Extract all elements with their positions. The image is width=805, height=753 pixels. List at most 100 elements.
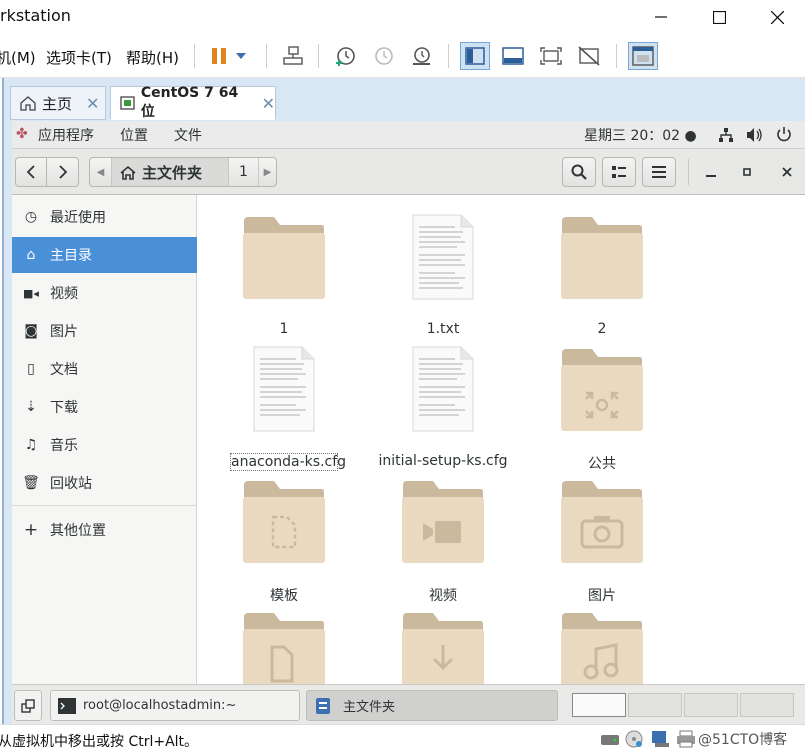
file-item[interactable]: 公共 — [527, 343, 677, 472]
sidebar-item-documents[interactable]: ▯ 文档 — [12, 351, 197, 387]
folder-icon — [243, 217, 325, 299]
cd-drive-icon[interactable] — [624, 729, 644, 749]
show-library-button[interactable] — [460, 42, 490, 70]
file-item[interactable] — [209, 607, 359, 684]
trash-icon: 🗑 — [22, 475, 40, 491]
workspace-4[interactable] — [740, 693, 794, 717]
revert-snapshot-button[interactable] — [368, 42, 398, 70]
workspace-3[interactable] — [684, 693, 738, 717]
workspace-1[interactable] — [572, 693, 626, 717]
search-button[interactable] — [562, 157, 596, 187]
fullscreen-button[interactable] — [536, 42, 566, 70]
clock[interactable]: 星期三 20：02 ● — [584, 125, 697, 145]
snapshot-button[interactable] — [330, 42, 360, 70]
sidebar-item-trash[interactable]: 🗑 回收站 — [12, 465, 197, 501]
applications-menu[interactable]: 应用程序 — [38, 125, 94, 145]
taskbar-terminal[interactable]: root@localhostadmin:~ — [50, 690, 300, 721]
plus-icon: + — [23, 520, 39, 540]
forward-button[interactable] — [47, 158, 78, 186]
document-icon: ▯ — [27, 361, 35, 377]
taskbar-files-label: 主文件夹 — [343, 700, 396, 715]
menu-button[interactable] — [642, 157, 676, 187]
menu-help[interactable]: 帮助(H) — [126, 47, 179, 68]
nav-buttons — [15, 157, 79, 187]
minimize-button[interactable] — [632, 0, 690, 34]
tab-centos-close-icon[interactable]: ✕ — [262, 94, 275, 113]
files-app-icon — [316, 697, 330, 714]
power-dropdown[interactable] — [230, 42, 252, 70]
list-view-icon — [612, 166, 626, 178]
menu-tabs[interactable]: 选项卡(T) — [46, 47, 112, 68]
file-item[interactable] — [527, 607, 677, 684]
sidebar-item-label: 图片 — [50, 324, 78, 340]
path-scroll-right-icon[interactable]: ▶ — [258, 158, 276, 186]
forward-arrow-icon — [58, 165, 67, 179]
file-item[interactable]: anaconda-ks.cfg — [209, 343, 359, 471]
network-adapter-icon[interactable] — [650, 729, 670, 749]
desktop-icon — [21, 698, 35, 713]
back-button[interactable] — [16, 158, 48, 186]
text-file-icon — [253, 346, 315, 432]
file-item[interactable]: initial-setup-ks.cfg — [368, 343, 518, 469]
tab-home[interactable]: 主页 ✕ — [10, 86, 106, 120]
sidebar-item-videos[interactable]: ■◂ 视频 — [12, 275, 197, 311]
file-item[interactable]: 图片 — [527, 475, 677, 604]
file-grid: 1 1.txt 2 anaconda-ks.cfg initial-setup-… — [197, 195, 805, 684]
workspace-2[interactable] — [628, 693, 682, 717]
snapshot-manager-button[interactable] — [406, 42, 436, 70]
close-button[interactable] — [748, 0, 805, 34]
minimize-window-button[interactable] — [696, 159, 726, 185]
vm-statusbar: 从虚拟机中移出或按 Ctrl+Alt。 @51CTO博客 — [0, 724, 805, 753]
watermark: @51CTO博客 — [698, 732, 788, 748]
pause-icon — [212, 48, 226, 64]
video-folder-icon — [402, 481, 484, 563]
thumbnail-bar-button[interactable] — [498, 42, 528, 70]
places-menu[interactable]: 位置 — [120, 125, 148, 145]
file-name: 1 — [279, 321, 289, 337]
apps-logo-icon: ✤ — [16, 126, 28, 142]
file-item[interactable]: 2 — [527, 211, 677, 337]
volume-icon[interactable] — [746, 127, 764, 143]
path-home-button[interactable]: 主文件夹 — [112, 158, 228, 186]
close-window-button[interactable] — [772, 159, 802, 185]
sidebar-item-downloads[interactable]: ⇣ 下载 — [12, 389, 197, 425]
power-icon[interactable] — [776, 126, 792, 143]
text-file-icon — [412, 346, 474, 432]
sidebar-item-home[interactable]: ⌂ 主目录 — [12, 237, 197, 273]
hard-disk-icon[interactable] — [600, 731, 620, 747]
close-icon — [770, 10, 784, 24]
file-item[interactable]: 视频 — [368, 475, 518, 604]
sidebar-item-label: 音乐 — [50, 438, 78, 454]
tab-centos[interactable]: CentOS 7 64 位 ✕ — [110, 85, 276, 120]
sidebar-item-music[interactable]: ♫ 音乐 — [12, 427, 197, 463]
network-icon[interactable] — [718, 127, 734, 143]
path-child-button[interactable]: 1 — [228, 158, 258, 186]
maximize-button[interactable] — [690, 0, 748, 34]
send-ctrl-alt-del-button[interactable] — [278, 42, 308, 70]
view-toggle-button[interactable] — [602, 157, 636, 187]
maximize-window-button[interactable] — [732, 159, 762, 185]
taskbar-files[interactable]: 主文件夹 — [306, 690, 558, 721]
unity-button[interactable] — [574, 42, 604, 70]
file-item[interactable]: 模板 — [209, 475, 359, 604]
sidebar-item-pictures[interactable]: ◙ 图片 — [12, 313, 197, 349]
file-item[interactable]: 1 — [209, 211, 359, 337]
show-desktop-button[interactable] — [14, 690, 42, 721]
fullscreen-icon — [540, 47, 562, 65]
unity-icon — [578, 46, 600, 66]
file-menu[interactable]: 文件 — [174, 125, 202, 145]
printer-icon[interactable] — [676, 730, 696, 748]
tab-home-close-icon[interactable]: ✕ — [86, 94, 99, 113]
sidebar-item-other-locations[interactable]: + 其他位置 — [12, 512, 197, 548]
path-bar: ◀ 主文件夹 1 ▶ — [89, 157, 277, 187]
file-item[interactable]: 1.txt — [368, 211, 518, 337]
path-scroll-left-icon[interactable]: ◀ — [90, 158, 112, 186]
file-item[interactable] — [368, 607, 518, 684]
sidebar-icon — [465, 47, 485, 65]
snapshot-manager-icon — [413, 47, 430, 65]
sidebar-item-label: 其他位置 — [50, 523, 106, 539]
back-arrow-icon — [26, 165, 35, 179]
menu-vm[interactable]: 机(M) — [0, 47, 36, 68]
sidebar-item-recent[interactable]: ◷ 最近使用 — [12, 199, 197, 235]
console-view-button[interactable] — [628, 42, 658, 70]
